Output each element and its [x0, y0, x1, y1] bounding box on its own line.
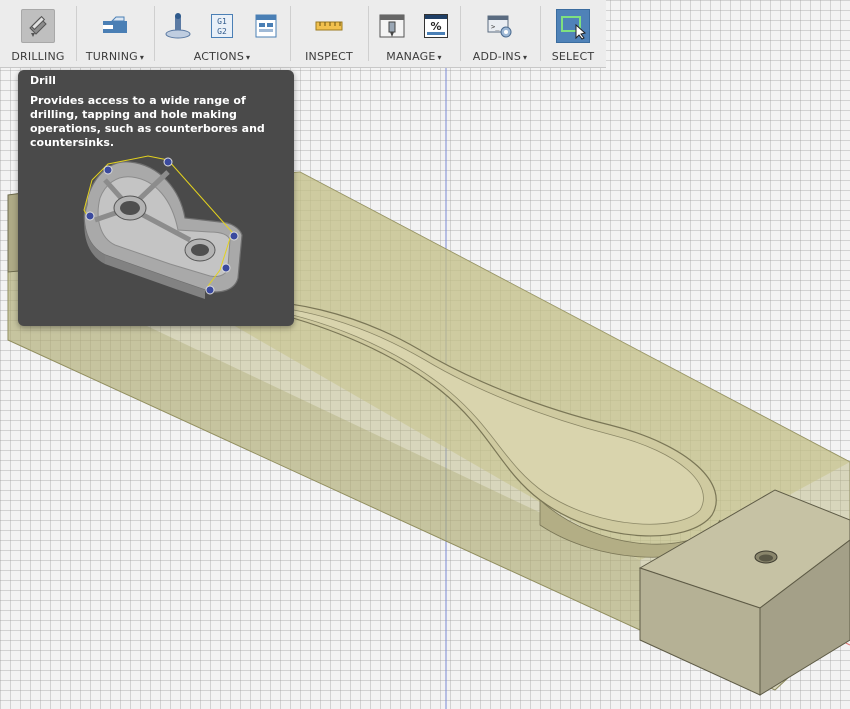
drill-icon[interactable] — [21, 9, 55, 43]
select-label: SELECT — [551, 50, 595, 63]
turning-label: TURNING — [85, 50, 138, 63]
setup-sheet-icon[interactable] — [249, 9, 283, 43]
toolbar-group-manage[interactable]: % MANAGE ▾ — [368, 0, 460, 67]
toolbar-group-add-ins[interactable]: >_ ADD-INS ▾ — [460, 0, 540, 67]
actions-label: ACTIONS — [193, 50, 245, 63]
scripts-icon[interactable]: >_ — [483, 9, 517, 43]
toolbar-group-turning[interactable]: TURNING ▾ — [76, 0, 154, 67]
manage-label: MANAGE — [386, 50, 436, 63]
percent-symbol: % — [430, 20, 442, 33]
cam-toolbar: DRILLING TURNING ▾ G1 G2 ACTIONS ▾ INSPE… — [0, 0, 606, 68]
chevron-down-icon[interactable]: ▾ — [438, 53, 442, 62]
tooltip-description: Provides access to a wide range of drill… — [30, 94, 265, 149]
block-hole-inner — [759, 554, 773, 562]
drilled-part-illustration — [83, 155, 243, 299]
inspect-label: INSPECT — [305, 50, 353, 63]
drill-tooltip: Drill Provides access to a wide range of… — [18, 70, 294, 326]
svg-text:>_: >_ — [491, 23, 500, 31]
percent-icon[interactable]: % — [419, 9, 453, 43]
probe-icon[interactable] — [161, 9, 195, 43]
tooltip-title: Drill — [30, 74, 56, 87]
chevron-down-icon[interactable]: ▾ — [246, 53, 250, 62]
chevron-down-icon[interactable]: ▾ — [140, 53, 144, 62]
drilling-label: DRILLING — [11, 50, 65, 63]
select-icon[interactable] — [556, 9, 590, 43]
g1-text: G1 — [217, 17, 227, 26]
measure-icon[interactable] — [312, 9, 346, 43]
toolbar-group-drilling[interactable]: DRILLING — [0, 0, 76, 67]
add-ins-label: ADD-INS — [472, 50, 522, 63]
chevron-down-icon[interactable]: ▾ — [523, 53, 527, 62]
turning-icon[interactable] — [98, 9, 132, 43]
g1-g2-icon[interactable]: G1 G2 — [205, 9, 239, 43]
toolbar-group-select[interactable]: SELECT — [540, 0, 606, 67]
toolbar-group-inspect[interactable]: INSPECT — [290, 0, 368, 67]
g2-text: G2 — [217, 27, 227, 36]
tool-library-icon[interactable] — [375, 9, 409, 43]
toolbar-group-actions[interactable]: G1 G2 ACTIONS ▾ — [154, 0, 290, 67]
